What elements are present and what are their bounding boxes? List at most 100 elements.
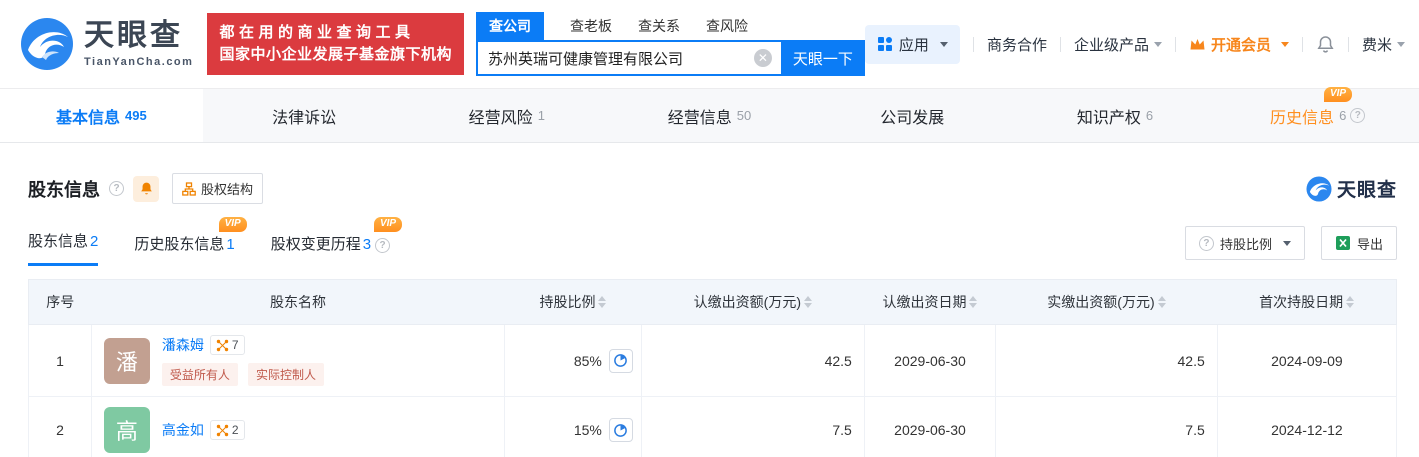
logo-domain: TianYanCha.com (84, 55, 194, 68)
subscribed-date: 2029-06-30 (863, 396, 997, 457)
related-companies-count: 7 (231, 338, 239, 352)
tab-count: 495 (125, 108, 147, 123)
open-vip-label: 开通会员 (1210, 36, 1271, 54)
help-icon[interactable]: ? (375, 238, 391, 253)
subtab-count: 2 (90, 233, 99, 250)
logo-name: 天眼查 (84, 18, 183, 52)
search-tab-company[interactable]: 查公司 (475, 12, 544, 40)
pie-chart-icon[interactable] (608, 348, 633, 373)
shareholder-name-link[interactable]: 潘森姆 (162, 335, 204, 355)
open-vip-menu[interactable]: 开通会员 (1189, 34, 1289, 55)
related-companies-badge[interactable]: 2 (209, 420, 245, 440)
top-header: 天眼查 TianYanCha.com 都在用的商业查询工具 国家中小企业发展子基… (0, 0, 1419, 88)
vip-badge: VIP (1323, 86, 1353, 102)
company-detail-tabs: 基本信息 495 法律诉讼 经营风险 1 经营信息 50 公司发展 知识产权 6… (0, 86, 1419, 143)
holding-ratio-label: 持股比例 (1219, 236, 1272, 252)
subtab-historical-shareholders[interactable]: 历史股东信息 1 VIP (134, 217, 247, 266)
tab-label: 知识产权 (1076, 109, 1141, 127)
sort-icon[interactable] (969, 296, 978, 308)
chevron-down-icon (939, 41, 948, 47)
help-icon[interactable]: ? (1350, 108, 1366, 123)
subscribe-bell-button[interactable] (133, 175, 159, 202)
notifications-bell-icon[interactable] (1316, 35, 1335, 54)
search-tab-relation[interactable]: 查关系 (638, 12, 680, 40)
pie-chart-icon[interactable] (608, 418, 633, 442)
row-index: 1 (28, 324, 92, 397)
enterprise-products-label: 企业级产品 (1073, 36, 1149, 54)
divider (972, 36, 974, 52)
subtab-label: 历史股东信息 (134, 236, 225, 253)
col-first-holding-date[interactable]: 首次持股日期 (1217, 279, 1398, 325)
avatar: 高 (103, 407, 150, 453)
divider (1301, 36, 1303, 52)
col-paid-amount[interactable]: 实缴出资额(万元) (995, 279, 1218, 325)
avatar: 潘 (103, 337, 150, 384)
search-tab-risk[interactable]: 查风险 (706, 12, 748, 40)
equity-structure-button[interactable]: 股权结构 (172, 173, 264, 204)
apps-menu[interactable]: 应用 (864, 24, 960, 64)
tab-intellectual-property[interactable]: 知识产权 6 (1014, 89, 1217, 142)
shareholders-table: 序号 股东名称 持股比例 认缴出资额(万元) 认缴出资日期 实缴出资额(万元) … (28, 279, 1398, 457)
holding-ratio-value: 15% (573, 422, 602, 438)
bell-icon (140, 182, 152, 195)
tab-legal-proceedings[interactable]: 法律诉讼 (203, 89, 406, 142)
shareholder-section: 股东信息 ? 股权结构 天眼查 股东信息 2 历史股东信息 1 VIP 股权变更… (0, 173, 1419, 457)
chevron-down-icon (1282, 240, 1291, 246)
clear-search-icon[interactable]: ✕ (753, 49, 772, 67)
tab-label: 经营信息 (667, 109, 732, 127)
apps-label: 应用 (898, 36, 929, 54)
sort-icon[interactable] (1346, 296, 1355, 308)
col-subscribed-amount[interactable]: 认缴出资额(万元) (641, 279, 865, 325)
tab-company-development[interactable]: 公司发展 (811, 89, 1014, 142)
tab-business-info[interactable]: 经营信息 50 (608, 89, 811, 142)
tianyancha-logo[interactable]: 天眼查 TianYanCha.com (20, 17, 193, 71)
tab-count: 1 (537, 108, 545, 123)
tab-operational-risk[interactable]: 经营风险 1 (405, 89, 608, 142)
subscribed-date: 2029-06-30 (863, 324, 997, 397)
tab-label: 法律诉讼 (272, 109, 337, 127)
section-watermark-logo: 天眼查 (1306, 175, 1397, 202)
help-icon: ? (1198, 235, 1214, 251)
tab-label: 经营风险 (468, 109, 533, 127)
user-menu[interactable]: 费米 (1362, 34, 1405, 55)
related-companies-badge[interactable]: 7 (209, 335, 245, 355)
col-index: 序号 (28, 279, 92, 325)
tab-history-info[interactable]: 历史信息 VIP 6 ? (1216, 86, 1419, 142)
export-button[interactable]: 导出 (1320, 226, 1397, 260)
chevron-down-icon (1153, 41, 1162, 47)
business-coop-link[interactable]: 商务合作 (987, 34, 1047, 55)
first-holding-date: 2024-09-09 (1216, 324, 1398, 397)
excel-icon (1335, 236, 1350, 250)
search-tab-boss[interactable]: 查老板 (570, 12, 612, 40)
tab-count: 6 (1145, 108, 1154, 123)
apps-grid-icon (877, 37, 892, 51)
search-input[interactable] (475, 40, 781, 76)
enterprise-products-menu[interactable]: 企业级产品 (1074, 34, 1162, 55)
username: 费米 (1361, 36, 1392, 54)
sort-icon[interactable] (1157, 296, 1166, 308)
sort-icon[interactable] (598, 296, 607, 308)
shareholder-subtabs: 股东信息 2 历史股东信息 1 VIP 股权变更历程 3? VIP (28, 217, 403, 266)
related-companies-count: 2 (231, 423, 239, 437)
subtab-equity-change-history[interactable]: 股权变更历程 3? VIP (271, 217, 403, 266)
col-holding-ratio[interactable]: 持股比例 (504, 279, 642, 325)
help-icon[interactable]: ? (109, 181, 124, 196)
search-module: 查公司 查老板 查关系 查风险 ✕ 天眼一下 (475, 12, 865, 76)
tab-label: 公司发展 (880, 109, 945, 127)
section-title: 股东信息 (28, 179, 100, 200)
search-button[interactable]: 天眼一下 (780, 40, 865, 76)
subtab-shareholders[interactable]: 股东信息 2 (28, 220, 99, 266)
tab-label: 基本信息 (56, 109, 121, 127)
tianyancha-logo-icon (21, 18, 73, 70)
chevron-down-icon (1397, 41, 1405, 47)
shareholder-name-link[interactable]: 高金如 (162, 420, 204, 440)
tab-count: 50 (736, 108, 752, 123)
relation-graph-icon (216, 424, 229, 436)
tab-basic-info[interactable]: 基本信息 495 (0, 89, 203, 142)
paid-amount: 42.5 (995, 324, 1218, 397)
col-subscribed-date[interactable]: 认缴出资日期 (864, 279, 996, 325)
sort-icon[interactable] (804, 296, 812, 308)
holding-ratio-filter-button[interactable]: ? 持股比例 (1184, 226, 1305, 260)
relation-graph-icon (216, 339, 229, 351)
divider (1059, 36, 1061, 52)
